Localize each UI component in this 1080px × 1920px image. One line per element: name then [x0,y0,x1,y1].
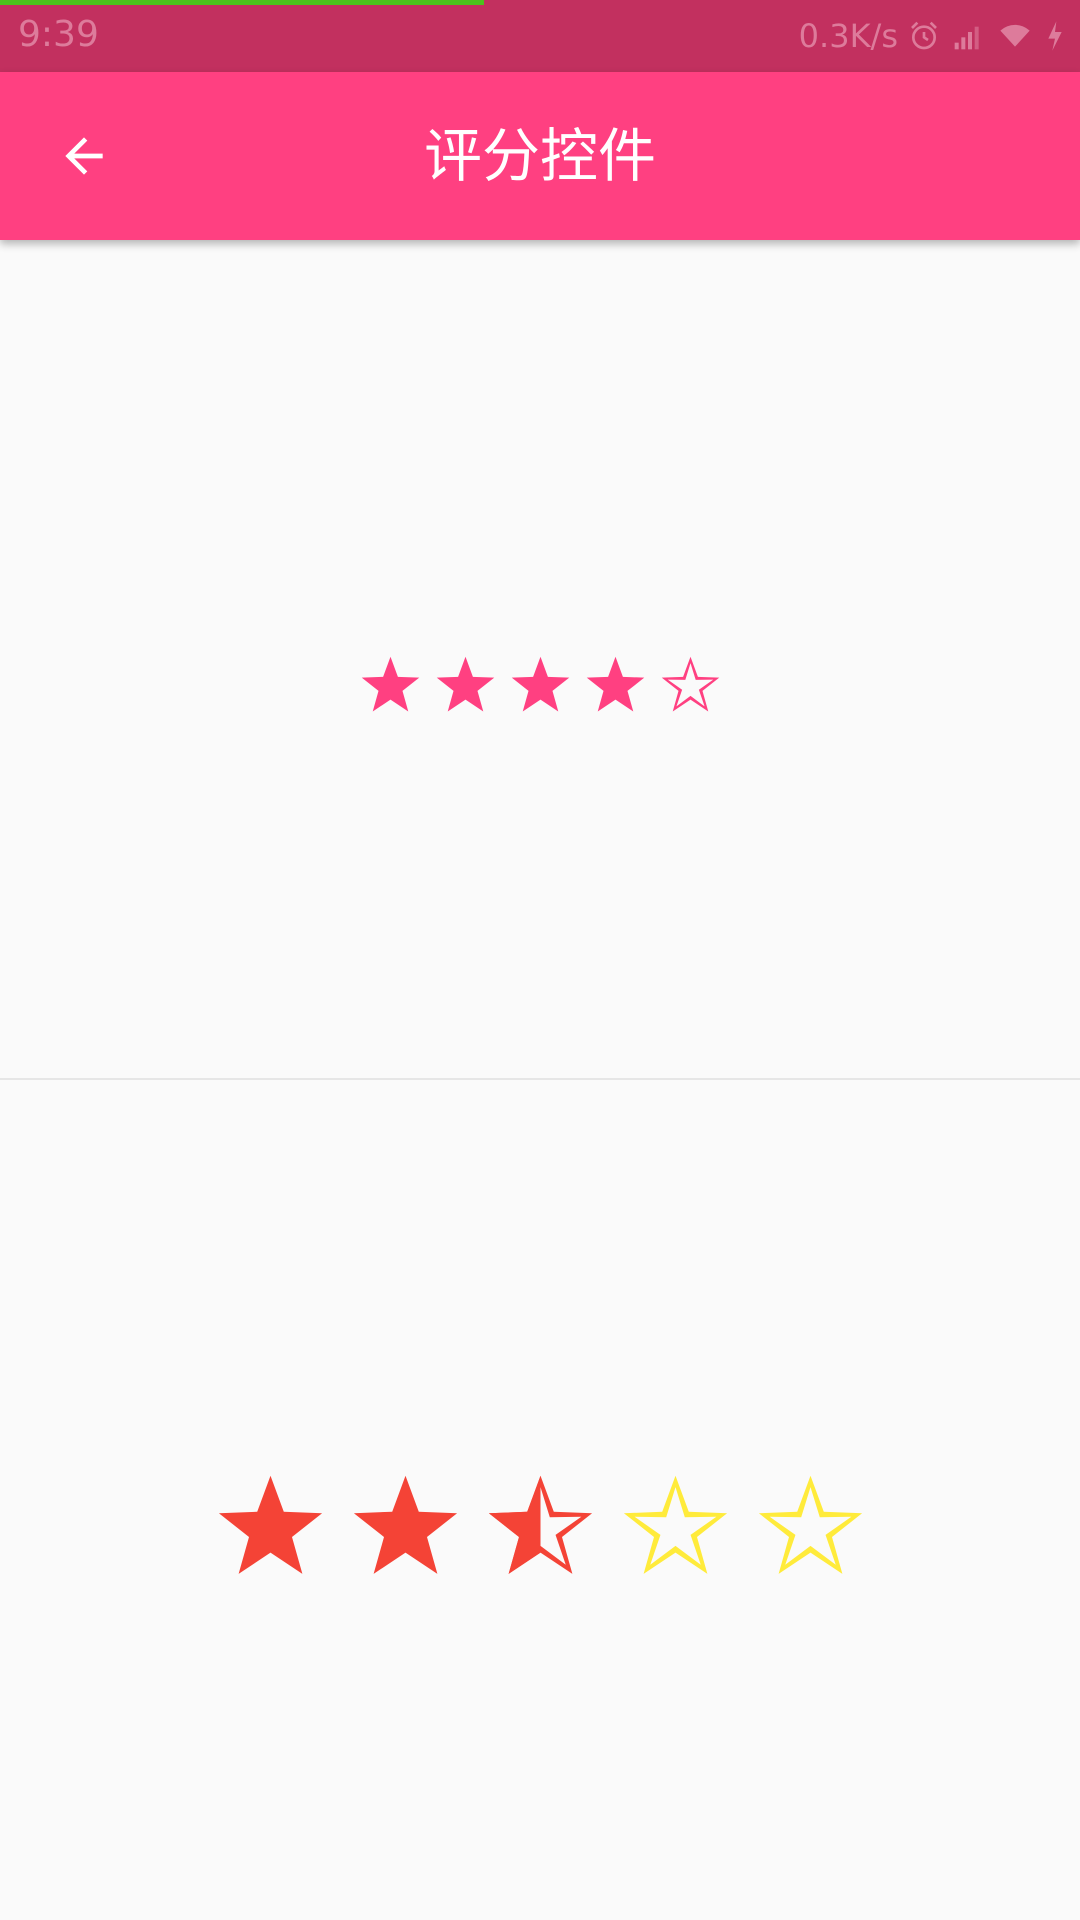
star-half-icon[interactable] [484,1469,597,1582]
status-time: 9:39 [18,14,99,55]
star-full-icon[interactable] [434,653,497,716]
back-button[interactable] [40,112,128,200]
star-empty-icon[interactable] [619,1469,732,1582]
rating-bar-small[interactable] [359,653,722,716]
status-icons: 0.3K/s [799,14,1066,58]
star-full-icon[interactable] [509,653,572,716]
star-empty-icon[interactable] [659,653,722,716]
loading-progress-bar [0,0,485,5]
wifi-icon [1000,24,1030,47]
arrow-back-icon [65,137,103,175]
rating-section-1 [0,240,1080,1078]
app-bar: 评分控件 [0,72,1080,240]
network-speed: 0.3K/s [798,17,898,55]
page-title: 评分控件 [423,122,656,190]
star-full-icon[interactable] [359,653,422,716]
star-full-icon[interactable] [349,1469,462,1582]
star-full-icon[interactable] [584,653,647,716]
status-bar: 9:39 0.3K/s [0,0,1080,72]
rating-section-2 [0,1080,1080,1920]
star-empty-icon[interactable] [754,1469,867,1582]
star-full-icon[interactable] [214,1469,327,1582]
alarm-icon [911,21,937,50]
charging-icon [1048,21,1062,51]
rating-bar-large[interactable] [214,1469,867,1582]
signal-icon [954,26,979,50]
